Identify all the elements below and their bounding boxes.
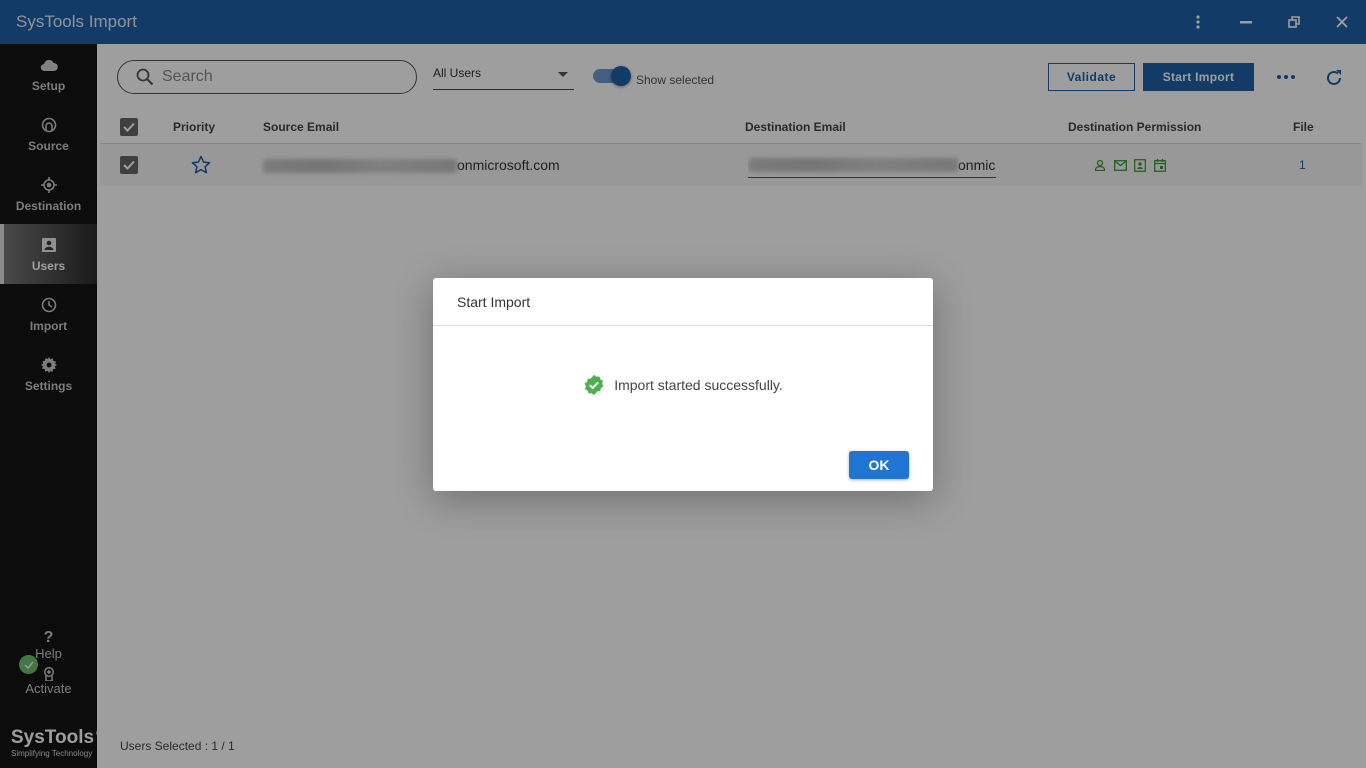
verified-check-icon bbox=[584, 374, 604, 396]
dialog-title: Start Import bbox=[433, 278, 933, 326]
dialog-message-row: Import started successfully. bbox=[433, 374, 933, 396]
dialog-message: Import started successfully. bbox=[614, 377, 783, 393]
start-import-dialog: Start Import Import started successfully… bbox=[433, 278, 933, 491]
ok-button[interactable]: OK bbox=[849, 451, 909, 479]
